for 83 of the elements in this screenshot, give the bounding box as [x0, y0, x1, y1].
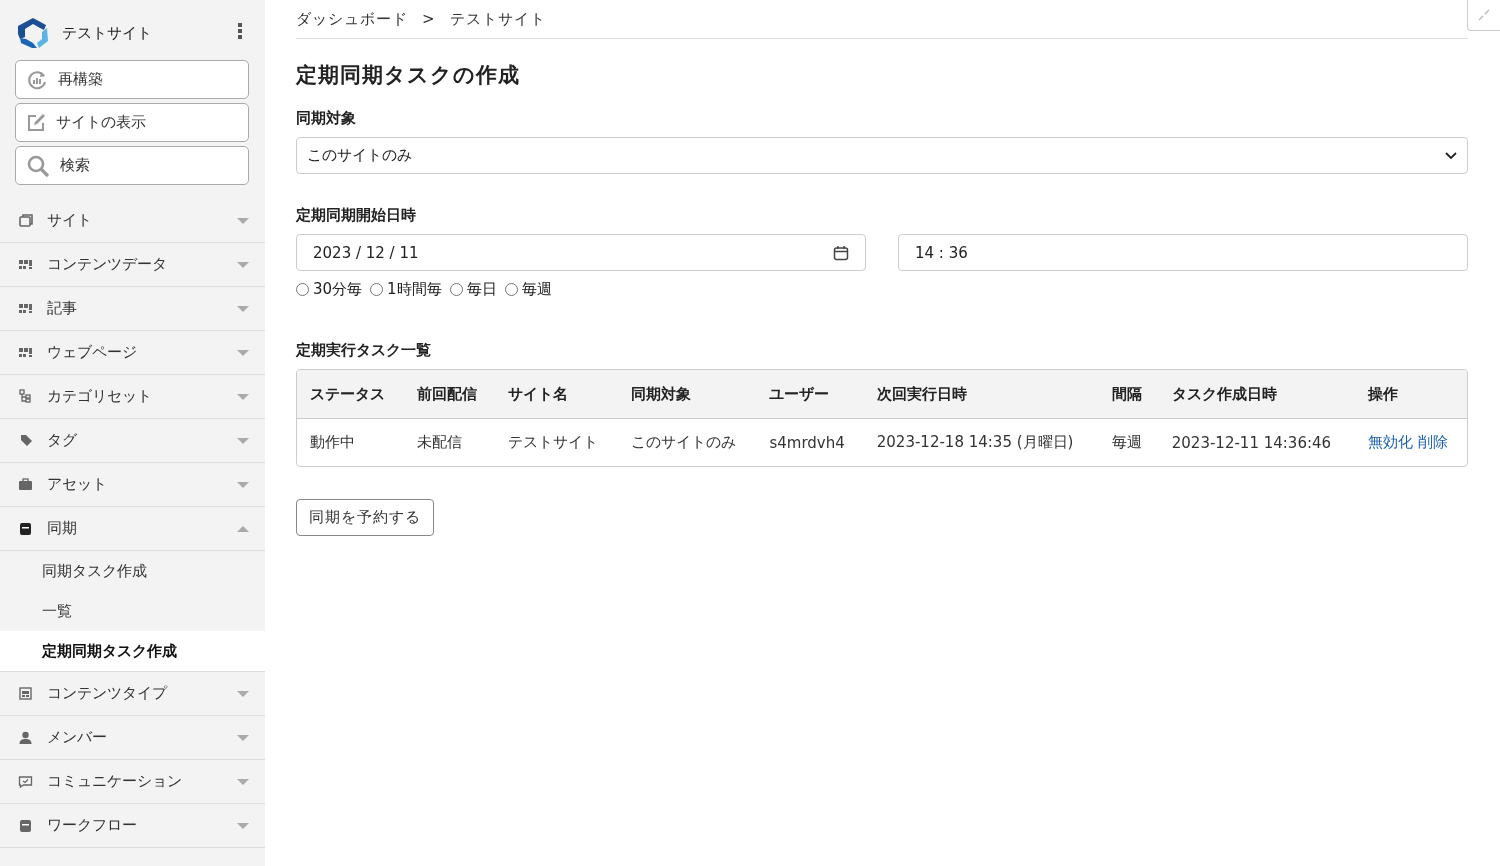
nav-icon [18, 257, 33, 272]
caret-icon [237, 480, 249, 489]
caret-icon [237, 304, 249, 313]
chevron-icon [1445, 151, 1457, 160]
sidebar-button[interactable]: サイトの表示 [15, 103, 249, 142]
schedule-button[interactable]: 同期を予約する [296, 499, 434, 536]
nav-item[interactable]: タグ [0, 419, 265, 463]
caret-icon [237, 524, 249, 533]
nav-item[interactable]: コンテンツタイプ [0, 672, 265, 716]
column-header: ステータス [297, 370, 404, 419]
action-link[interactable]: 無効化 [1367, 433, 1413, 451]
site-name: テストサイト [62, 23, 153, 43]
nav-subitem[interactable]: 定期同期タスク作成 [0, 631, 265, 671]
column-header: 次回実行日時 [863, 370, 1100, 419]
caret-icon [237, 260, 249, 269]
caret-icon [237, 777, 249, 786]
interval-radio[interactable]: 毎日 [449, 280, 497, 299]
nav-subitem[interactable]: 一覧 [0, 591, 265, 631]
nav-icon [18, 301, 33, 316]
logo-icon [16, 16, 50, 50]
nav-item[interactable]: カテゴリセット [0, 375, 265, 419]
caret-icon [237, 436, 249, 445]
target-select[interactable]: このサイトのみ [296, 137, 1468, 174]
column-header: ユーザー [756, 370, 864, 419]
edit-icon [26, 112, 46, 133]
field-label: 同期対象 [296, 109, 357, 128]
nav-item[interactable]: アセット [0, 463, 265, 507]
table-cell: テストサイト [494, 418, 618, 466]
column-header: 前回配信 [403, 370, 495, 419]
table-cell: このサイトのみ [617, 418, 757, 466]
nav-icon [18, 686, 33, 701]
calendar-icon [833, 244, 849, 261]
table-cell: 2023-12-11 14:36:46 [1158, 418, 1355, 466]
caret-icon [237, 821, 249, 830]
interval-radio[interactable]: 30分毎 [296, 280, 363, 299]
field-label: 定期同期開始日時 [296, 206, 417, 225]
nav-item[interactable]: 記事 [0, 287, 265, 331]
caret-icon [237, 392, 249, 401]
nav-icon [18, 389, 33, 404]
table-cell: s4mrdvh4 [756, 418, 864, 466]
nav-icon [18, 433, 33, 448]
nav-item[interactable]: コンテンツデータ [0, 243, 265, 287]
breadcrumb-link[interactable]: ダッシュボード [296, 9, 408, 29]
nav-item[interactable]: ウェブページ [0, 331, 265, 375]
nav-subitem[interactable]: 同期タスク作成 [0, 551, 265, 591]
nav-item[interactable]: 同期 [0, 507, 265, 551]
sidebar-button[interactable]: 再構築 [15, 60, 249, 99]
nav-icon [18, 213, 33, 228]
nav-item[interactable]: メンバー [0, 716, 265, 760]
nav-icon [18, 345, 33, 360]
nav-icon [18, 521, 33, 536]
page-title: 定期同期タスクの作成 [296, 62, 521, 89]
caret-icon [237, 689, 249, 698]
search-icon [26, 153, 50, 178]
nav-item[interactable]: サイト [0, 199, 265, 243]
nav-item[interactable]: ワークフロー [0, 804, 265, 848]
column-header: 操作 [1354, 370, 1467, 419]
section-title: 定期実行タスク一覧 [296, 341, 432, 360]
breadcrumb-link[interactable]: テストサイト [449, 9, 546, 29]
nav-icon [18, 774, 33, 789]
table-cell: 毎週 [1099, 418, 1159, 466]
table-cell: 2023-12-18 14:35 (月曜日) [863, 418, 1100, 466]
date-field[interactable]: 2023 / 12 / 11 [296, 234, 866, 271]
column-header: 間隔 [1099, 370, 1159, 419]
caret-icon [237, 348, 249, 357]
interval-radio[interactable]: 毎週 [504, 280, 552, 299]
column-header: サイト名 [494, 370, 618, 419]
table-cell: 未配信 [403, 418, 495, 466]
nav-icon [18, 730, 33, 745]
nav-item[interactable]: コミュニケーション [0, 760, 265, 804]
nav-icon [18, 477, 33, 492]
time-field[interactable]: 14 : 36 [898, 234, 1468, 271]
breadcrumb-separator: > [422, 10, 436, 28]
nav-icon [18, 818, 33, 833]
rebuild-icon [26, 68, 48, 91]
column-header: タスク作成日時 [1158, 370, 1355, 419]
caret-icon [237, 733, 249, 742]
sidebar-button[interactable]: 検索 [15, 146, 249, 185]
table-cell: 動作中 [297, 418, 404, 466]
column-header: 同期対象 [617, 370, 757, 419]
caret-icon [237, 216, 249, 225]
action-link[interactable]: 削除 [1417, 433, 1448, 451]
interval-radio[interactable]: 1時間毎 [370, 280, 442, 299]
